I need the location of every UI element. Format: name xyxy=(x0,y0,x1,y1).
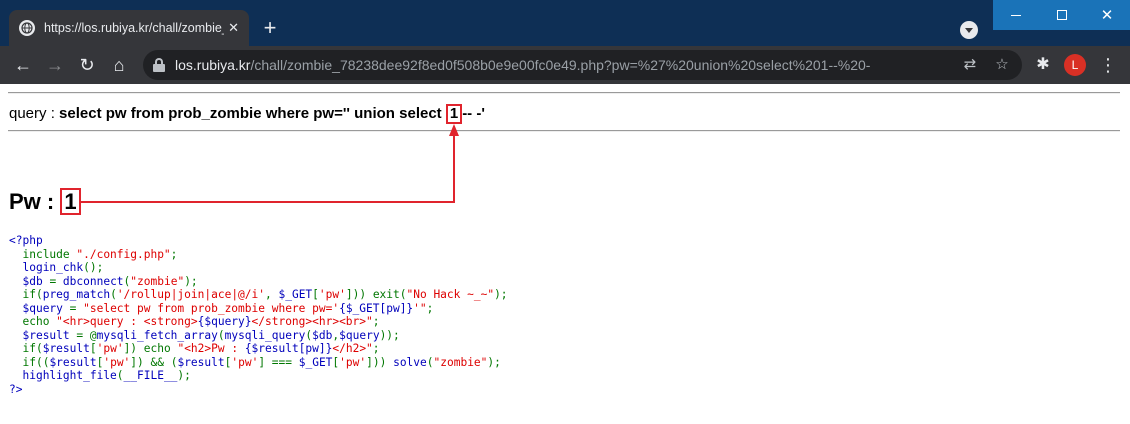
back-icon[interactable]: ← xyxy=(12,54,34,76)
tab-search-icon[interactable] xyxy=(960,21,978,39)
tab-title: https://los.rubiya.kr/chall/zombie_7 xyxy=(44,21,224,35)
page-content: query : select pw from prob_zombie where… xyxy=(0,84,1130,424)
address-bar[interactable]: los.rubiya.kr/chall/zombie_78238dee92f8e… xyxy=(143,50,1022,80)
menu-kebab-icon[interactable]: ⋮ xyxy=(1099,54,1117,76)
browser-title-bar: https://los.rubiya.kr/chall/zombie_7 ✕ +… xyxy=(0,0,1130,46)
new-tab-icon[interactable]: + xyxy=(259,17,281,40)
home-icon[interactable]: ⌂ xyxy=(108,54,130,76)
query-highlight-box: 1 xyxy=(445,104,463,124)
bottom-divider xyxy=(8,130,1120,132)
query-label: query : xyxy=(9,105,55,122)
extensions-puzzle-icon[interactable]: ✱ xyxy=(1033,55,1053,75)
bookmark-star-icon[interactable]: ☆ xyxy=(994,57,1010,73)
minimize-window-button[interactable] xyxy=(993,0,1039,30)
close-window-button[interactable]: ✕ xyxy=(1084,0,1130,30)
query-line: query : select pw from prob_zombie where… xyxy=(9,104,485,124)
profile-avatar[interactable]: L xyxy=(1064,54,1086,76)
pw-heading: Pw : 1 xyxy=(9,188,81,216)
browser-toolbar: ← → ↻ ⌂ los.rubiya.kr/chall/zombie_78238… xyxy=(0,46,1130,84)
forward-icon[interactable]: → xyxy=(44,54,66,76)
pw-label: Pw : xyxy=(9,189,55,214)
lock-icon[interactable] xyxy=(153,58,165,72)
browser-tab[interactable]: https://los.rubiya.kr/chall/zombie_7 ✕ xyxy=(9,10,249,46)
url-text: los.rubiya.kr/chall/zombie_78238dee92f8e… xyxy=(175,57,871,73)
reload-icon[interactable]: ↻ xyxy=(76,54,98,76)
maximize-window-button[interactable] xyxy=(1039,0,1085,30)
pw-value-box: 1 xyxy=(60,188,81,216)
php-source-code: <?php include "./config.php"; login_chk(… xyxy=(9,234,508,396)
globe-icon xyxy=(19,20,35,36)
translate-icon[interactable]: ⇄ xyxy=(962,57,978,73)
query-text: select pw from prob_zombie where pw='' u… xyxy=(59,104,485,124)
top-divider xyxy=(8,92,1120,94)
close-tab-icon[interactable]: ✕ xyxy=(228,21,239,35)
